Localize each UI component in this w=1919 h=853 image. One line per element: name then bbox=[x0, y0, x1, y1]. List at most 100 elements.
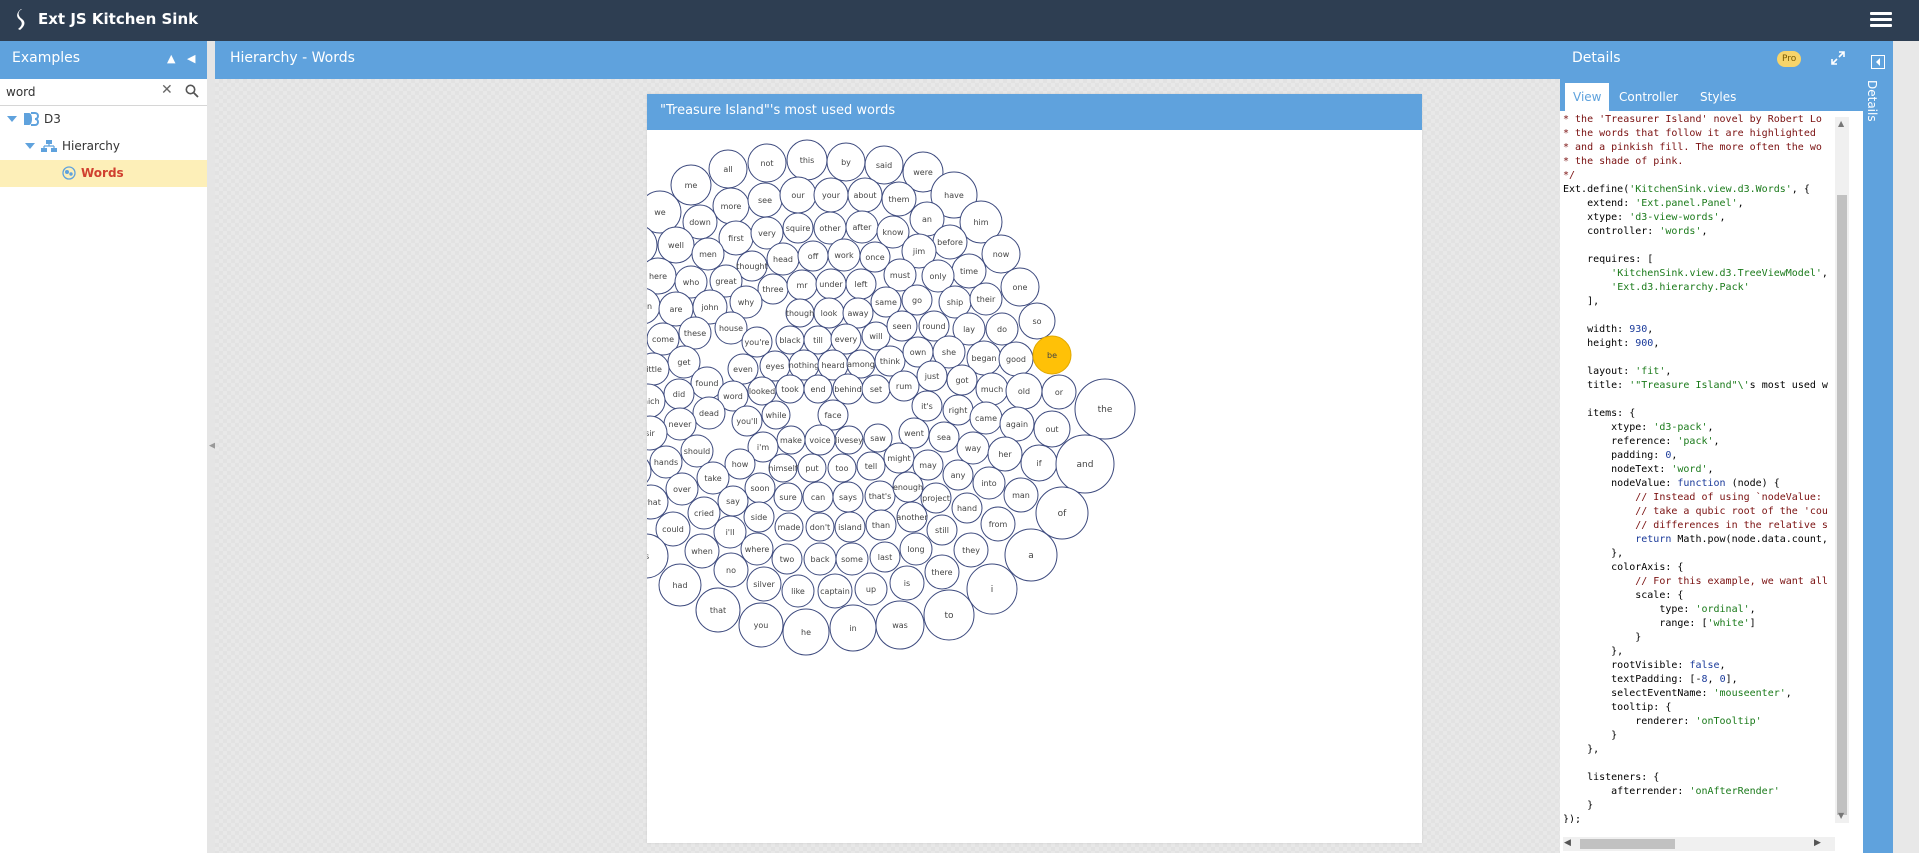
word-node[interactable]: behind bbox=[832, 373, 864, 405]
word-node[interactable]: still bbox=[926, 514, 958, 546]
word-node[interactable]: up bbox=[854, 572, 888, 606]
word-node[interactable]: by bbox=[826, 142, 866, 182]
word-node[interactable]: till bbox=[803, 325, 833, 355]
word-node[interactable]: made bbox=[774, 512, 804, 542]
word-node[interactable]: himself bbox=[768, 453, 798, 483]
word-node[interactable]: these bbox=[678, 316, 712, 350]
word-node[interactable]: now bbox=[981, 234, 1021, 274]
word-node[interactable]: got bbox=[946, 364, 978, 396]
scroll-up-icon[interactable]: ▲ bbox=[1838, 119, 1844, 128]
word-node[interactable]: side bbox=[743, 501, 775, 533]
tree-item-words[interactable]: Words bbox=[0, 160, 207, 187]
word-node[interactable]: good bbox=[998, 341, 1034, 377]
word-node[interactable]: right bbox=[942, 394, 974, 426]
word-node[interactable]: will bbox=[861, 321, 891, 351]
word-node[interactable]: end bbox=[803, 374, 833, 404]
word-node[interactable]: look bbox=[813, 297, 845, 329]
word-node[interactable]: captain bbox=[817, 573, 853, 609]
word-node[interactable]: you bbox=[738, 602, 784, 648]
word-node[interactable]: is bbox=[889, 565, 925, 601]
word-node[interactable]: so bbox=[1018, 302, 1056, 340]
word-node[interactable]: about bbox=[847, 177, 883, 213]
word-node[interactable]: no bbox=[713, 552, 749, 588]
word-node[interactable]: can bbox=[802, 481, 834, 513]
word-node[interactable]: from bbox=[980, 506, 1016, 542]
word-node[interactable]: a bbox=[1004, 528, 1058, 582]
code-horizontal-scroll-thumb[interactable] bbox=[1580, 839, 1675, 849]
word-node[interactable]: again bbox=[999, 406, 1035, 442]
word-node[interactable]: not bbox=[747, 143, 787, 183]
word-node[interactable]: set bbox=[861, 374, 891, 404]
word-node[interactable]: back bbox=[803, 542, 837, 576]
word-node[interactable]: had bbox=[658, 563, 702, 607]
collapse-up-icon[interactable]: ▲ bbox=[167, 52, 175, 65]
word-node[interactable]: dead bbox=[692, 396, 726, 430]
word-node[interactable]: silver bbox=[746, 566, 782, 602]
word-node[interactable]: which bbox=[647, 383, 666, 419]
expand-arrow-icon[interactable] bbox=[25, 143, 35, 149]
word-node[interactable]: was bbox=[875, 600, 925, 650]
word-node[interactable]: never bbox=[663, 407, 697, 441]
word-node[interactable]: old bbox=[1005, 372, 1043, 410]
word-node[interactable]: some bbox=[835, 542, 869, 576]
scroll-down-icon[interactable]: ▼ bbox=[1838, 811, 1844, 820]
word-node[interactable]: soon bbox=[744, 472, 776, 504]
word-node[interactable]: how bbox=[724, 448, 756, 480]
word-node[interactable]: took bbox=[775, 374, 805, 404]
word-node[interactable]: our bbox=[779, 176, 817, 214]
word-node[interactable]: make bbox=[776, 425, 806, 455]
word-node[interactable]: he bbox=[782, 608, 830, 656]
word-node[interactable]: like bbox=[781, 574, 815, 608]
word-node[interactable]: they bbox=[953, 532, 989, 568]
word-node[interactable]: mr bbox=[786, 269, 818, 301]
search-icon[interactable] bbox=[185, 84, 199, 98]
collapsed-details-bar[interactable] bbox=[1863, 41, 1893, 853]
word-node[interactable]: that's bbox=[864, 480, 896, 512]
word-node[interactable]: be bbox=[1032, 335, 1072, 375]
word-node[interactable]: rum bbox=[888, 370, 920, 402]
word-node[interactable]: voice bbox=[804, 424, 836, 456]
word-node[interactable]: where bbox=[740, 532, 774, 566]
expand-panel-icon[interactable] bbox=[1871, 55, 1885, 69]
word-node[interactable]: or bbox=[1041, 374, 1077, 410]
word-node[interactable]: don't bbox=[805, 512, 835, 542]
word-node[interactable]: among bbox=[846, 349, 876, 379]
word-node[interactable]: every bbox=[830, 323, 862, 355]
word-node[interactable]: left bbox=[845, 268, 877, 300]
word-node[interactable]: that bbox=[695, 587, 741, 633]
word-node[interactable]: and bbox=[1055, 434, 1115, 494]
word-node[interactable]: says bbox=[832, 481, 864, 513]
word-node[interactable]: put bbox=[797, 453, 827, 483]
word-node[interactable]: the bbox=[1074, 378, 1136, 440]
word-node[interactable]: your bbox=[813, 177, 849, 213]
word-node[interactable]: hand bbox=[951, 492, 983, 524]
word-node[interactable]: seen bbox=[886, 310, 918, 342]
word-node[interactable]: before bbox=[932, 224, 968, 260]
word-node[interactable]: came bbox=[969, 401, 1003, 435]
word-node[interactable]: hands bbox=[649, 445, 683, 479]
word-node[interactable]: do bbox=[985, 312, 1019, 346]
word-node[interactable]: head bbox=[766, 242, 800, 276]
collapse-left-icon[interactable]: ◀ bbox=[187, 52, 195, 65]
word-node[interactable]: there bbox=[924, 554, 960, 590]
word-node[interactable]: two bbox=[771, 543, 803, 575]
word-node[interactable]: of bbox=[1035, 486, 1089, 540]
word-node[interactable]: in bbox=[829, 604, 877, 652]
word-node[interactable]: i bbox=[966, 563, 1018, 615]
word-node[interactable]: just bbox=[916, 360, 948, 392]
word-node[interactable]: sea bbox=[928, 421, 960, 453]
word-node[interactable]: time bbox=[951, 253, 987, 289]
tree-item-d3[interactable]: D3 bbox=[0, 106, 207, 133]
tree-item-hierarchy[interactable]: Hierarchy bbox=[0, 133, 207, 160]
word-node[interactable]: off bbox=[797, 240, 829, 272]
word-node[interactable]: tell bbox=[856, 451, 886, 481]
word-node[interactable]: little bbox=[647, 352, 670, 386]
word-node[interactable]: cried bbox=[687, 496, 721, 530]
word-node[interactable]: her bbox=[987, 436, 1023, 472]
word-node[interactable]: you'll bbox=[731, 405, 763, 437]
word-node[interactable]: too bbox=[827, 453, 857, 483]
search-input[interactable] bbox=[4, 83, 158, 101]
word-node[interactable]: island bbox=[834, 511, 866, 543]
word-node[interactable]: after bbox=[845, 210, 879, 244]
word-node[interactable]: man bbox=[1003, 477, 1039, 513]
